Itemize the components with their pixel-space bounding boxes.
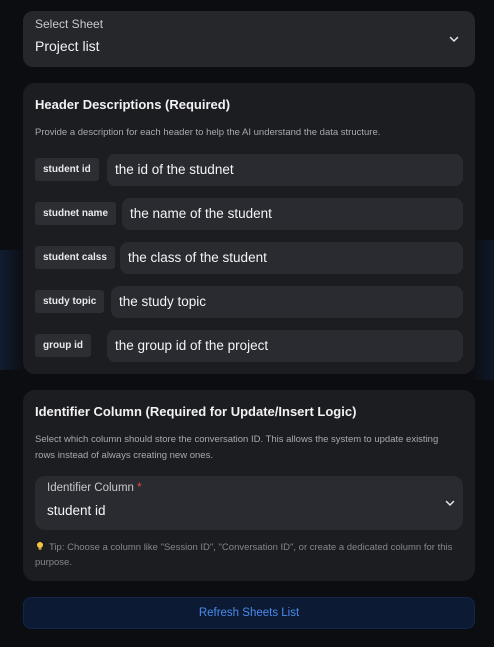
header-descriptions-card: Header Descriptions (Required) Provide a… — [23, 83, 475, 374]
identifier-field-label: Identifier Column * — [47, 482, 142, 494]
header-name-tag: study topic — [35, 290, 105, 313]
header-description-input[interactable]: the name of the student — [122, 198, 463, 230]
header-description-input[interactable]: the study topic — [111, 286, 463, 318]
identifier-column-value: student id — [47, 503, 106, 518]
identifier-column-card: Identifier Column (Required for Update/I… — [23, 390, 475, 581]
header-descriptions-title: Header Descriptions (Required) — [35, 97, 231, 112]
identifier-tip: Tip: Choose a column like "Session ID", … — [35, 540, 463, 570]
identifier-help: Select which column should store the con… — [35, 434, 439, 461]
header-name-tag: studnet name — [35, 202, 117, 225]
header-name-tag: student calss — [35, 246, 115, 269]
identifier-column-dropdown[interactable]: Identifier Column * student id — [35, 476, 463, 530]
header-descriptions-help: Provide a description for each header to… — [35, 127, 381, 138]
select-sheet-label: Select Sheet — [35, 17, 104, 31]
select-sheet-dropdown[interactable]: Select Sheet Project list — [23, 11, 475, 67]
header-name-tag: student id — [35, 158, 99, 181]
refresh-sheets-button[interactable]: Refresh Sheets List — [23, 597, 475, 629]
header-name-tag: group id — [35, 334, 91, 357]
chevron-down-icon — [443, 496, 457, 510]
lightbulb-icon — [35, 541, 45, 551]
chevron-down-icon — [447, 32, 461, 46]
tip-text: Tip: Choose a column like "Session ID", … — [35, 542, 453, 568]
identifier-title: Identifier Column (Required for Update/I… — [35, 404, 357, 419]
select-sheet-value: Project list — [35, 38, 100, 54]
header-description-input[interactable]: the group id of the project — [107, 330, 463, 362]
header-description-input[interactable]: the class of the student — [120, 242, 463, 274]
header-description-input[interactable]: the id of the studnet — [107, 154, 463, 186]
required-mark: * — [137, 482, 142, 494]
